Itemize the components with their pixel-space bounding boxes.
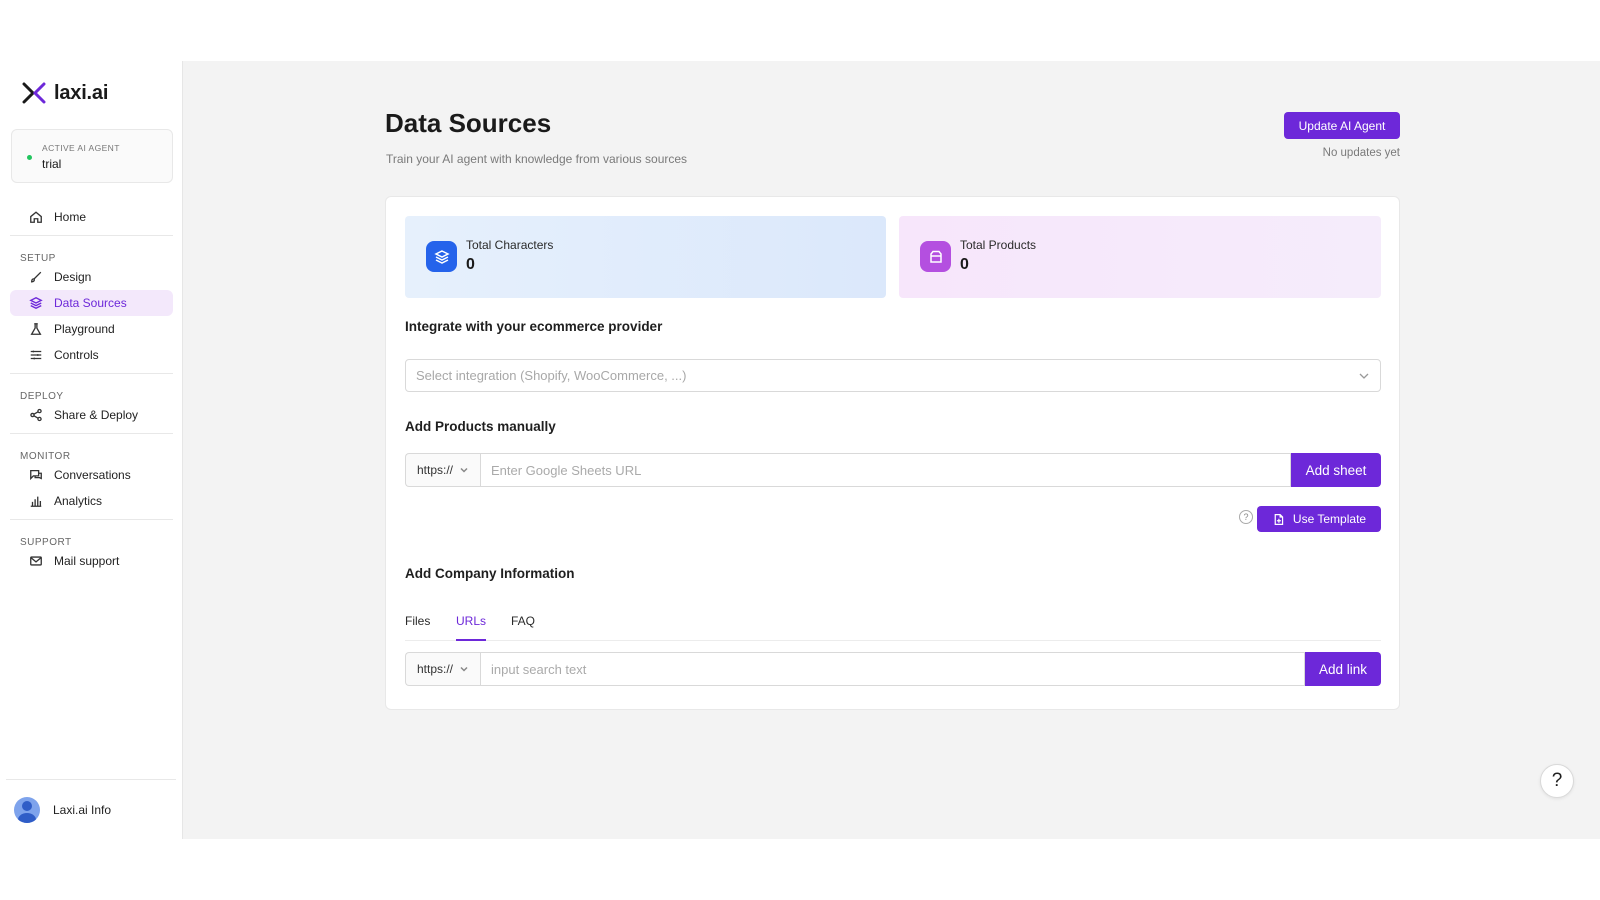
stat-total-products: Total Products 0	[899, 216, 1381, 298]
sidebar-item-share-deploy[interactable]: Share & Deploy	[10, 402, 173, 428]
user-name: Laxi.ai Info	[53, 803, 112, 817]
sidebar-item-label: Share & Deploy	[54, 408, 139, 422]
data-sources-card: Total Characters 0 Total Products 0 Inte…	[385, 196, 1400, 710]
logo[interactable]: laxi.ai	[22, 81, 108, 105]
sidebar-item-design[interactable]: Design	[10, 264, 173, 290]
database-icon	[28, 295, 44, 311]
chat-icon	[28, 467, 44, 483]
use-template-label: Use Template	[1292, 512, 1367, 526]
sidebar-item-data-sources[interactable]: Data Sources	[10, 290, 173, 316]
add-sheet-button[interactable]: Add sheet	[1291, 453, 1381, 487]
update-agent-button[interactable]: Update AI Agent	[1284, 112, 1400, 139]
document-icon	[1274, 513, 1284, 525]
sidebar-item-label: Controls	[54, 348, 99, 362]
company-url-input[interactable]	[480, 652, 1305, 686]
stat-total-characters: Total Characters 0	[405, 216, 886, 298]
stat-label: Total Characters	[466, 238, 554, 252]
divider	[10, 235, 173, 236]
sidebar-item-conversations[interactable]: Conversations	[10, 462, 173, 488]
chevron-down-icon	[460, 467, 468, 473]
section-title-products-manual: Add Products manually	[405, 419, 556, 434]
section-label-monitor: MONITOR	[20, 451, 71, 462]
integration-placeholder: Select integration (Shopify, WooCommerce…	[416, 368, 687, 383]
divider	[10, 373, 173, 374]
sheet-url-row: https:// Add sheet	[405, 453, 1381, 487]
brand-name: laxi.ai	[54, 81, 109, 104]
share-icon	[28, 407, 44, 423]
user-profile[interactable]: Laxi.ai Info	[14, 797, 111, 823]
layers-icon	[426, 241, 457, 272]
help-icon[interactable]: ?	[1239, 510, 1253, 524]
stat-value: 0	[466, 256, 475, 273]
active-agent-label: ACTIVE AI AGENT	[42, 143, 120, 153]
sidebar-item-label: Playground	[54, 322, 115, 336]
update-status: No updates yet	[1322, 147, 1400, 159]
active-agent-name: trial	[42, 157, 62, 171]
app-window: laxi.ai ACTIVE AI AGENT trial Home SETUP…	[0, 61, 1600, 839]
section-title-integration: Integrate with your ecommerce provider	[405, 319, 663, 334]
divider	[10, 519, 173, 520]
sidebar-item-label: Mail support	[54, 554, 120, 568]
home-icon	[28, 209, 44, 225]
sidebar-nav: Home SETUP Design Data Sources Playgroun…	[0, 204, 183, 574]
sidebar: laxi.ai ACTIVE AI AGENT trial Home SETUP…	[0, 61, 183, 839]
add-link-button[interactable]: Add link	[1305, 652, 1381, 686]
use-template-button[interactable]: Use Template	[1257, 506, 1381, 532]
chevron-down-icon	[1359, 373, 1369, 379]
tab-files[interactable]: Files	[405, 614, 430, 641]
sidebar-item-playground[interactable]: Playground	[10, 316, 173, 342]
page-title: Data Sources	[385, 108, 552, 138]
section-label-deploy: DEPLOY	[20, 391, 64, 402]
brush-icon	[28, 269, 44, 285]
company-tabs: Files URLs FAQ	[405, 608, 1381, 641]
avatar	[14, 797, 40, 823]
divider	[10, 433, 173, 434]
company-url-row: https:// Add link	[405, 652, 1381, 686]
sidebar-item-label: Conversations	[54, 468, 131, 482]
protocol-value: https://	[417, 662, 454, 676]
protocol-select[interactable]: https://	[405, 453, 480, 487]
sidebar-item-home[interactable]: Home	[10, 204, 173, 230]
sidebar-item-mail-support[interactable]: Mail support	[10, 548, 173, 574]
sliders-icon	[28, 347, 44, 363]
sidebar-item-label: Home	[54, 210, 87, 224]
floating-help-button[interactable]: ?	[1540, 764, 1574, 798]
protocol-value: https://	[417, 463, 454, 477]
chevron-down-icon	[460, 666, 468, 672]
box-icon	[920, 241, 951, 272]
active-agent-card[interactable]: ACTIVE AI AGENT trial	[11, 129, 173, 183]
sidebar-item-label: Design	[54, 270, 92, 284]
stat-value: 0	[960, 256, 969, 273]
section-label-support: SUPPORT	[20, 537, 72, 548]
integration-select[interactable]: Select integration (Shopify, WooCommerce…	[405, 359, 1381, 392]
section-title-company: Add Company Information	[405, 566, 575, 581]
sheet-url-input[interactable]	[480, 453, 1291, 487]
flask-icon	[28, 321, 44, 337]
sidebar-item-analytics[interactable]: Analytics	[10, 488, 173, 514]
mail-icon	[28, 553, 44, 569]
sidebar-item-label: Analytics	[54, 494, 103, 508]
protocol-select[interactable]: https://	[405, 652, 480, 686]
section-label-setup: SETUP	[20, 253, 56, 264]
tab-faq[interactable]: FAQ	[511, 614, 535, 641]
sidebar-item-controls[interactable]: Controls	[10, 342, 173, 368]
stat-label: Total Products	[960, 238, 1037, 252]
tab-urls[interactable]: URLs	[456, 614, 487, 641]
status-dot	[27, 155, 32, 160]
page-subtitle: Train your AI agent with knowledge from …	[386, 152, 688, 166]
laxi-logo-icon	[22, 82, 46, 104]
sidebar-item-label: Data Sources	[54, 296, 127, 310]
divider	[6, 779, 176, 780]
bar-chart-icon	[28, 493, 44, 509]
